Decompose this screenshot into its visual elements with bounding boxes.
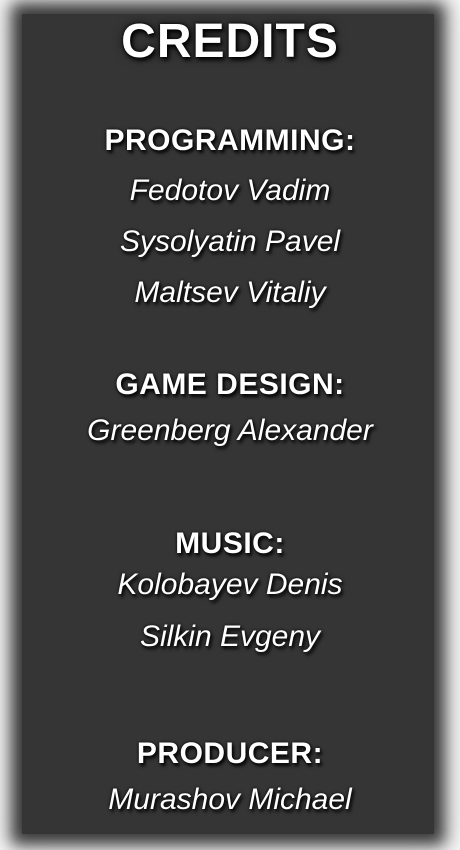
credit-name: Fedotov Vadim bbox=[129, 174, 331, 207]
section-heading-music: MUSIC: bbox=[175, 527, 285, 560]
credit-name: Silkin Evgeny bbox=[139, 620, 321, 653]
credits-list: CREDITS PROGRAMMING: Fedotov Vadim Sysol… bbox=[0, 0, 460, 850]
credit-name: Maltsev Vitaliy bbox=[134, 276, 326, 309]
credits-screen: CREDITS PROGRAMMING: Fedotov Vadim Sysol… bbox=[0, 0, 460, 850]
credits-title: CREDITS bbox=[121, 15, 339, 68]
section-heading-producer: PRODUCER: bbox=[136, 737, 324, 770]
section-heading-game-design: GAME DESIGN: bbox=[115, 368, 345, 401]
credit-name: Murashov Michael bbox=[108, 783, 352, 816]
credit-name: Greenberg Alexander bbox=[87, 414, 373, 447]
credit-name: Kolobayev Denis bbox=[117, 568, 343, 601]
section-heading-programming: PROGRAMMING: bbox=[104, 124, 356, 157]
credit-name: Sysolyatin Pavel bbox=[119, 225, 341, 258]
